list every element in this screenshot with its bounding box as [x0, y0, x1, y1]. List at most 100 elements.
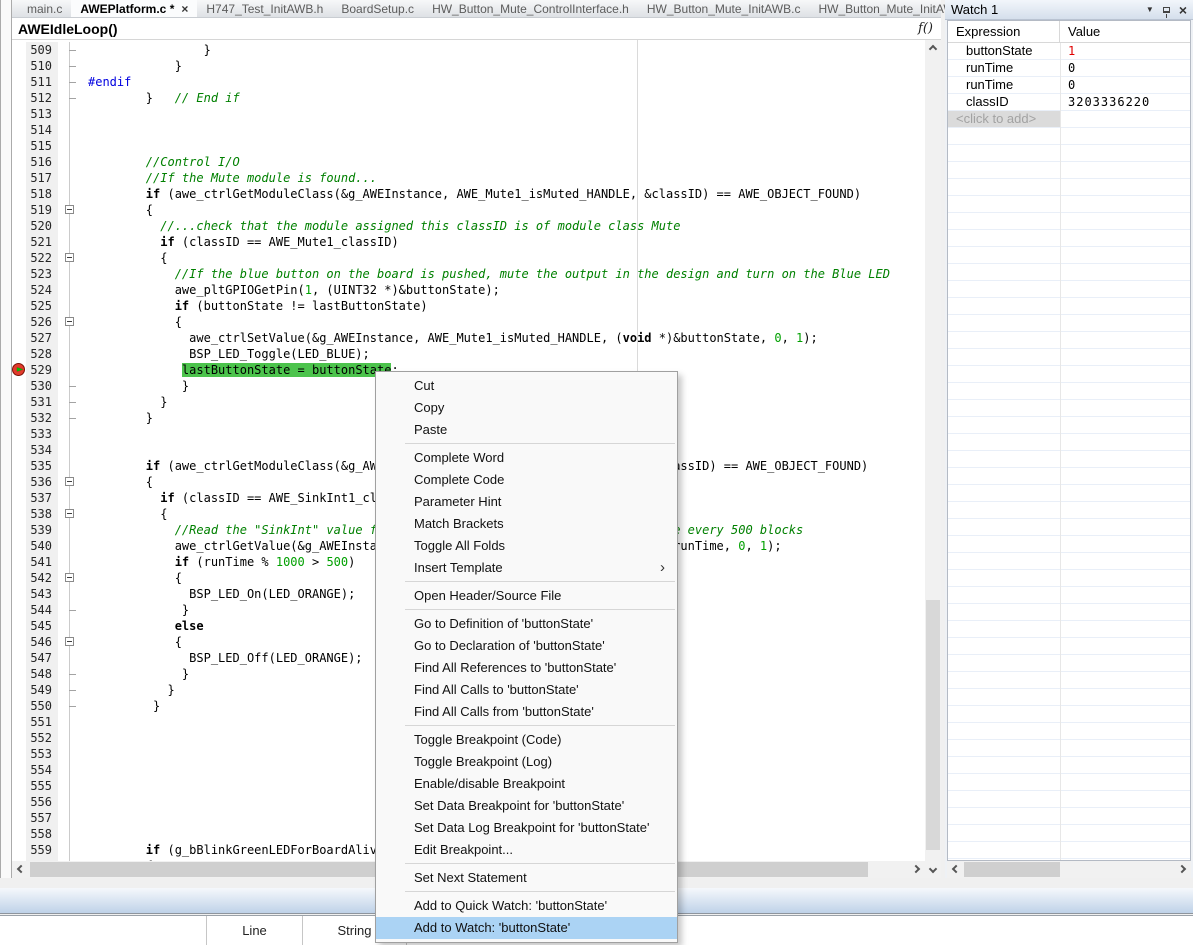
- fold-margin[interactable]: [58, 346, 80, 362]
- fold-margin[interactable]: [58, 410, 80, 426]
- scroll-up-button[interactable]: [925, 40, 941, 56]
- fold-margin[interactable]: [58, 778, 80, 794]
- breakpoint-margin[interactable]: [12, 634, 26, 650]
- fold-margin[interactable]: [58, 90, 80, 106]
- fold-collapse-icon[interactable]: [65, 509, 74, 518]
- fold-collapse-icon[interactable]: [65, 477, 74, 486]
- watch-row[interactable]: classID3203336220: [948, 94, 1190, 111]
- fold-margin[interactable]: [58, 730, 80, 746]
- breakpoint-margin[interactable]: [12, 170, 26, 186]
- breakpoint-margin[interactable]: [12, 330, 26, 346]
- menu-item-find-all-calls-from-buttonstate[interactable]: Find All Calls from 'buttonState': [376, 701, 677, 723]
- menu-item-open-header-source-file[interactable]: Open Header/Source File: [376, 585, 677, 607]
- watch-value[interactable]: 3203336220: [1060, 94, 1190, 110]
- code-line[interactable]: 510 }: [12, 58, 925, 74]
- code-line[interactable]: 521 if (classID == AWE_Mute1_classID): [12, 234, 925, 250]
- breakpoint-margin[interactable]: [12, 458, 26, 474]
- fold-margin[interactable]: [58, 442, 80, 458]
- breakpoint-margin[interactable]: [12, 42, 26, 58]
- fold-margin[interactable]: [58, 794, 80, 810]
- fold-margin[interactable]: [58, 426, 80, 442]
- fold-margin[interactable]: [58, 122, 80, 138]
- code-line[interactable]: 524 awe_pltGPIOGetPin(1, (UINT32 *)&butt…: [12, 282, 925, 298]
- scroll-right-button[interactable]: [1175, 861, 1191, 877]
- menu-item-cut[interactable]: Cut: [376, 375, 677, 397]
- menu-item-add-to-watch-buttonstate[interactable]: Add to Watch: 'buttonState': [376, 917, 677, 939]
- scroll-left-button[interactable]: [947, 861, 963, 877]
- breakpoint-margin[interactable]: [12, 250, 26, 266]
- breakpoint-margin[interactable]: [12, 234, 26, 250]
- breakpoint-margin[interactable]: [12, 522, 26, 538]
- fold-margin[interactable]: [58, 250, 80, 266]
- fold-margin[interactable]: [58, 186, 80, 202]
- breakpoint-margin[interactable]: [12, 378, 26, 394]
- scroll-right-button[interactable]: [909, 861, 925, 877]
- menu-item-enable-disable-breakpoint[interactable]: Enable/disable Breakpoint: [376, 773, 677, 795]
- breakpoint-margin[interactable]: [12, 410, 26, 426]
- watch-expression[interactable]: <click to add>: [948, 111, 1060, 127]
- fold-margin[interactable]: [58, 362, 80, 378]
- fold-margin[interactable]: [58, 746, 80, 762]
- menu-item-set-next-statement[interactable]: Set Next Statement: [376, 867, 677, 889]
- menu-item-paste[interactable]: Paste: [376, 419, 677, 441]
- fold-margin[interactable]: [58, 762, 80, 778]
- code-line[interactable]: 515: [12, 138, 925, 154]
- horizontal-scroll-thumb[interactable]: [964, 862, 1060, 877]
- watch-row[interactable]: runTime0: [948, 60, 1190, 77]
- tab-h747-test-initawb-h[interactable]: H747_Test_InitAWB.h: [197, 0, 332, 17]
- code-line[interactable]: 523 //If the blue button on the board is…: [12, 266, 925, 282]
- watch-expression[interactable]: runTime: [948, 60, 1060, 76]
- fold-margin[interactable]: [58, 282, 80, 298]
- fold-margin[interactable]: [58, 378, 80, 394]
- fold-margin[interactable]: [58, 554, 80, 570]
- code-line[interactable]: 522 {: [12, 250, 925, 266]
- breakpoint-margin[interactable]: [12, 810, 26, 826]
- fold-margin[interactable]: [58, 618, 80, 634]
- tab-aweplatform-c[interactable]: AWEPlatform.c *×: [71, 0, 197, 17]
- fold-margin[interactable]: [58, 570, 80, 586]
- code-line[interactable]: 527 awe_ctrlSetValue(&g_AWEInstance, AWE…: [12, 330, 925, 346]
- fold-margin[interactable]: [58, 842, 80, 858]
- fold-margin[interactable]: [58, 602, 80, 618]
- panel-menu-icon[interactable]: ▼: [1146, 5, 1154, 14]
- code-line[interactable]: 513: [12, 106, 925, 122]
- menu-item-edit-breakpoint[interactable]: Edit Breakpoint...: [376, 839, 677, 861]
- menu-item-find-all-calls-to-buttonstate[interactable]: Find All Calls to 'buttonState': [376, 679, 677, 701]
- breakpoint-margin[interactable]: [12, 282, 26, 298]
- watch-row[interactable]: runTime0: [948, 77, 1190, 94]
- watch-value[interactable]: [1060, 111, 1190, 127]
- breakpoint-margin[interactable]: [12, 554, 26, 570]
- breakpoint-margin[interactable]: [12, 138, 26, 154]
- tab-hw-button-mute-controlinterface-h[interactable]: HW_Button_Mute_ControlInterface.h: [423, 0, 638, 17]
- breakpoint-margin[interactable]: [12, 314, 26, 330]
- fold-collapse-icon[interactable]: [65, 253, 74, 262]
- breakpoint-margin[interactable]: [12, 762, 26, 778]
- function-list-icon[interactable]: f(): [918, 21, 941, 36]
- code-line[interactable]: 511#endif: [12, 74, 925, 90]
- breakpoint-margin[interactable]: [12, 618, 26, 634]
- fold-margin[interactable]: [58, 490, 80, 506]
- scroll-left-button[interactable]: [12, 861, 28, 877]
- breakpoint-margin[interactable]: [12, 426, 26, 442]
- fold-margin[interactable]: [58, 394, 80, 410]
- breakpoint-margin[interactable]: [12, 202, 26, 218]
- fold-margin[interactable]: [58, 314, 80, 330]
- fold-margin[interactable]: [58, 506, 80, 522]
- menu-item-go-to-definition-of-buttonstate[interactable]: Go to Definition of 'buttonState': [376, 613, 677, 635]
- fold-margin[interactable]: [58, 330, 80, 346]
- fold-margin[interactable]: [58, 170, 80, 186]
- code-line[interactable]: 516 //Control I/O: [12, 154, 925, 170]
- fold-margin[interactable]: [58, 42, 80, 58]
- breakpoint-margin[interactable]: [12, 442, 26, 458]
- watch-panel-titlebar[interactable]: Watch 1 ▼ ×: [945, 0, 1193, 20]
- fold-margin[interactable]: [58, 522, 80, 538]
- code-line[interactable]: 528 BSP_LED_Toggle(LED_BLUE);: [12, 346, 925, 362]
- close-icon[interactable]: ×: [1179, 3, 1187, 17]
- watch-value[interactable]: 0: [1060, 77, 1190, 93]
- menu-item-set-data-breakpoint-for-buttonstate[interactable]: Set Data Breakpoint for 'buttonState': [376, 795, 677, 817]
- fold-margin[interactable]: [58, 266, 80, 282]
- menu-item-match-brackets[interactable]: Match Brackets: [376, 513, 677, 535]
- fold-collapse-icon[interactable]: [65, 205, 74, 214]
- fold-collapse-icon[interactable]: [65, 573, 74, 582]
- breakpoint-margin[interactable]: [12, 298, 26, 314]
